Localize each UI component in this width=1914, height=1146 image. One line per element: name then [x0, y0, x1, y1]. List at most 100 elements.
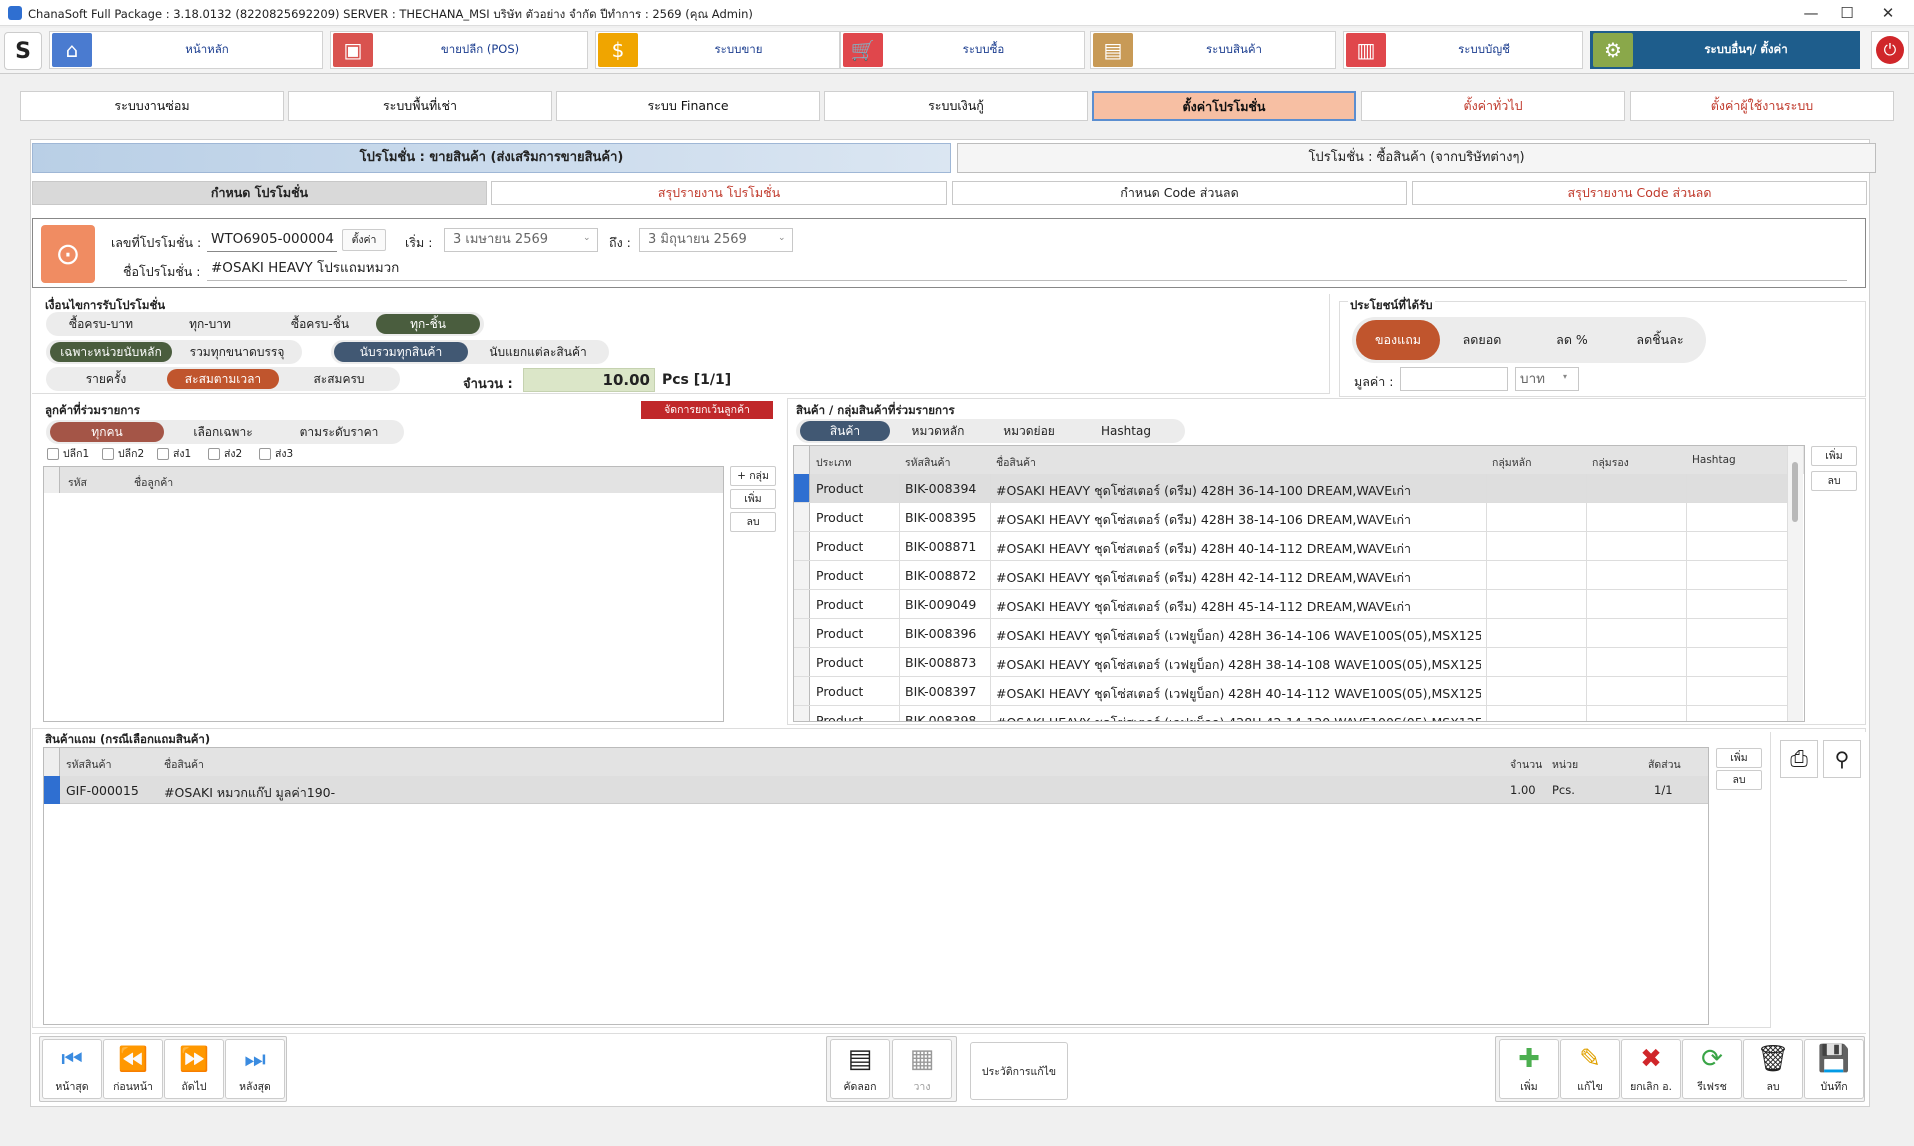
promo-code-field[interactable]: WTO6905-000004: [207, 228, 337, 252]
minimize-button[interactable]: —: [1797, 2, 1825, 24]
table-row[interactable]: Product BIK-008397 #OSAKI HEAVY ชุดโซ่สเ…: [794, 677, 1787, 706]
customer-table[interactable]: รหัส ชื่อลูกค้า: [43, 466, 724, 722]
table-row[interactable]: Product BIK-009049 #OSAKI HEAVY ชุดโซ่สเ…: [794, 590, 1787, 619]
quantity-field[interactable]: 10.00: [523, 368, 655, 392]
benefit-option-1[interactable]: ลดยอด: [1440, 320, 1524, 360]
option-conditions-row3-1[interactable]: สะสมตามเวลา: [167, 369, 279, 389]
table-row[interactable]: GIF-000015 #OSAKI หมวกแก๊ป มูลค่า190- 1.…: [44, 776, 1708, 804]
first-record-button[interactable]: ⏮ หน้าสุด: [42, 1039, 102, 1099]
scrollbar-thumb[interactable]: [1792, 462, 1798, 522]
cancel-button[interactable]: ✖ ยกเลิก อ.: [1621, 1039, 1681, 1099]
tab-promo-sell[interactable]: โปรโมชั่น : ขายสินค้า (ส่งเสริมการขายสิน…: [32, 143, 951, 173]
chanasoft-logo-icon[interactable]: S: [4, 32, 42, 70]
row-selector[interactable]: [794, 474, 810, 502]
option-conditions-row2b-1[interactable]: นับแยกแต่ละสินค้า: [470, 342, 606, 362]
end-date-picker[interactable]: 3 มิถุนายน 2569: [639, 228, 793, 252]
delete-customer-button[interactable]: ลบ: [730, 512, 776, 532]
tab-finance[interactable]: ระบบ Finance: [556, 91, 820, 121]
tab-rental[interactable]: ระบบพื้นที่เช่า: [288, 91, 552, 121]
benefit-option-2[interactable]: ลด %: [1530, 320, 1614, 360]
option-customers-options-0[interactable]: ทุกคน: [50, 422, 164, 442]
delete-gift-button[interactable]: ลบ: [1716, 770, 1762, 790]
row-selector[interactable]: [794, 561, 810, 589]
row-selector[interactable]: [44, 776, 60, 804]
option-conditions-row2a-1[interactable]: รวมทุกขนาดบรรจุ: [176, 342, 298, 362]
nav-sales[interactable]: $ ระบบขาย: [595, 31, 840, 69]
tab-promotion-settings[interactable]: ตั้งค่าโปรโมชั่น: [1092, 91, 1356, 121]
unit-select[interactable]: บาท: [1515, 367, 1579, 391]
option-conditions-row1-1[interactable]: ทุก-บาท: [160, 314, 260, 334]
row-selector[interactable]: [794, 648, 810, 676]
option-conditions-row1-3[interactable]: ทุก-ชิ้น: [376, 314, 480, 334]
option-products-options-1[interactable]: หมวดหลัก: [893, 421, 983, 441]
settings-button[interactable]: ตั้งค่า: [342, 229, 386, 251]
row-selector[interactable]: [794, 619, 810, 647]
promo-name-field[interactable]: #OSAKI HEAVY โปรแถมหมวก: [207, 257, 1847, 281]
tab-discount-code-report[interactable]: สรุปรายงาน Code ส่วนลด: [1412, 181, 1867, 205]
checkbox-price-level[interactable]: ปลีก1: [47, 445, 89, 462]
delete-product-button[interactable]: ลบ: [1811, 471, 1857, 491]
add-gift-button[interactable]: เพิ่ม: [1716, 748, 1762, 768]
print-button[interactable]: ⎙: [1780, 740, 1818, 778]
tab-promotion-report[interactable]: สรุปรายงาน โปรโมชั่น: [491, 181, 947, 205]
option-conditions-row2a-0[interactable]: เฉพาะหน่วยนับหลัก: [50, 342, 172, 362]
tab-define-discount-code[interactable]: กำหนด Code ส่วนลด: [952, 181, 1407, 205]
maximize-button[interactable]: ☐: [1833, 2, 1861, 24]
tab-loan[interactable]: ระบบเงินกู้: [824, 91, 1088, 121]
refresh-button[interactable]: ⟳ รีเฟรช: [1682, 1039, 1742, 1099]
tab-define-promotion[interactable]: กำหนด โปรโมชั่น: [32, 181, 487, 205]
exclude-customers-button[interactable]: จัดการยกเว้นลูกค้า: [641, 401, 773, 419]
option-conditions-row3-0[interactable]: รายครั้ง: [50, 369, 162, 389]
benefit-option-0[interactable]: ของแถม: [1356, 320, 1440, 360]
next-record-button[interactable]: ⏩ ถัดไป: [164, 1039, 224, 1099]
row-selector[interactable]: [794, 503, 810, 531]
row-selector[interactable]: [794, 532, 810, 560]
search-button[interactable]: ⚲: [1823, 740, 1861, 778]
last-record-button[interactable]: ⏭ หลังสุด: [225, 1039, 285, 1099]
edit-button[interactable]: ✎ แก้ไข: [1560, 1039, 1620, 1099]
paste-button[interactable]: ▦ วาง: [892, 1039, 952, 1099]
power-button[interactable]: ⏻: [1871, 31, 1909, 69]
table-row[interactable]: Product BIK-008394 #OSAKI HEAVY ชุดโซ่สเ…: [794, 474, 1787, 503]
previous-record-button[interactable]: ⏪ ก่อนหน้า: [103, 1039, 163, 1099]
nav-accounting[interactable]: ▥ ระบบบัญชี: [1343, 31, 1583, 69]
tab-repair[interactable]: ระบบงานซ่อม: [20, 91, 284, 121]
add-button[interactable]: ✚ เพิ่ม: [1499, 1039, 1559, 1099]
delete-button[interactable]: 🗑 ลบ: [1743, 1039, 1803, 1099]
nav-settings[interactable]: ⚙ ระบบอื่นๆ/ ตั้งค่า: [1590, 31, 1860, 69]
start-date-picker[interactable]: 3 เมษายน 2569: [444, 228, 598, 252]
product-table[interactable]: ประเภท รหัสสินค้า ชื่อสินค้า กลุ่มหลัก ก…: [793, 445, 1805, 722]
history-button[interactable]: ประวัติการแก้ไข: [970, 1042, 1068, 1100]
option-conditions-row1-2[interactable]: ซื้อครบ-ชิ้น: [270, 314, 370, 334]
product-table-scrollbar[interactable]: [1787, 446, 1803, 721]
add-product-button[interactable]: เพิ่ม: [1811, 446, 1857, 466]
nav-purchase[interactable]: 🛒 ระบบซื้อ: [840, 31, 1085, 69]
table-row[interactable]: Product BIK-008398 #OSAKI HEAVY ชุดโซ่สเ…: [794, 706, 1787, 721]
checkbox-price-level[interactable]: ปลีก2: [102, 445, 144, 462]
close-button[interactable]: ✕: [1874, 2, 1902, 24]
nav-pos[interactable]: ▣ ขายปลีก (POS): [330, 31, 588, 69]
table-row[interactable]: Product BIK-008396 #OSAKI HEAVY ชุดโซ่สเ…: [794, 619, 1787, 648]
checkbox-price-level[interactable]: ส่ง2: [208, 445, 242, 462]
option-products-options-3[interactable]: Hashtag: [1076, 421, 1176, 441]
copy-button[interactable]: ▤ คัดลอก: [830, 1039, 890, 1099]
add-group-button[interactable]: + กลุ่ม: [730, 466, 776, 486]
tab-general-settings[interactable]: ตั้งค่าทั่วไป: [1361, 91, 1625, 121]
row-selector[interactable]: [794, 677, 810, 705]
table-row[interactable]: Product BIK-008871 #OSAKI HEAVY ชุดโซ่สเ…: [794, 532, 1787, 561]
table-row[interactable]: Product BIK-008872 #OSAKI HEAVY ชุดโซ่สเ…: [794, 561, 1787, 590]
nav-inventory[interactable]: ▤ ระบบสินค้า: [1090, 31, 1336, 69]
option-customers-options-2[interactable]: ตามระดับราคา: [282, 422, 396, 442]
option-products-options-0[interactable]: สินค้า: [800, 421, 890, 441]
tab-user-settings[interactable]: ตั้งค่าผู้ใช้งานระบบ: [1630, 91, 1894, 121]
checkbox-price-level[interactable]: ส่ง1: [157, 445, 191, 462]
row-selector[interactable]: [794, 590, 810, 618]
table-row[interactable]: Product BIK-008395 #OSAKI HEAVY ชุดโซ่สเ…: [794, 503, 1787, 532]
value-field[interactable]: [1400, 367, 1508, 391]
tab-promo-buy[interactable]: โปรโมชั่น : ซื้อสินค้า (จากบริษัทต่างๆ): [957, 143, 1876, 173]
option-customers-options-1[interactable]: เลือกเฉพาะ: [166, 422, 280, 442]
save-button[interactable]: 💾 บันทึก: [1804, 1039, 1864, 1099]
table-row[interactable]: Product BIK-008873 #OSAKI HEAVY ชุดโซ่สเ…: [794, 648, 1787, 677]
row-selector[interactable]: [794, 706, 810, 721]
add-customer-button[interactable]: เพิ่ม: [730, 489, 776, 509]
